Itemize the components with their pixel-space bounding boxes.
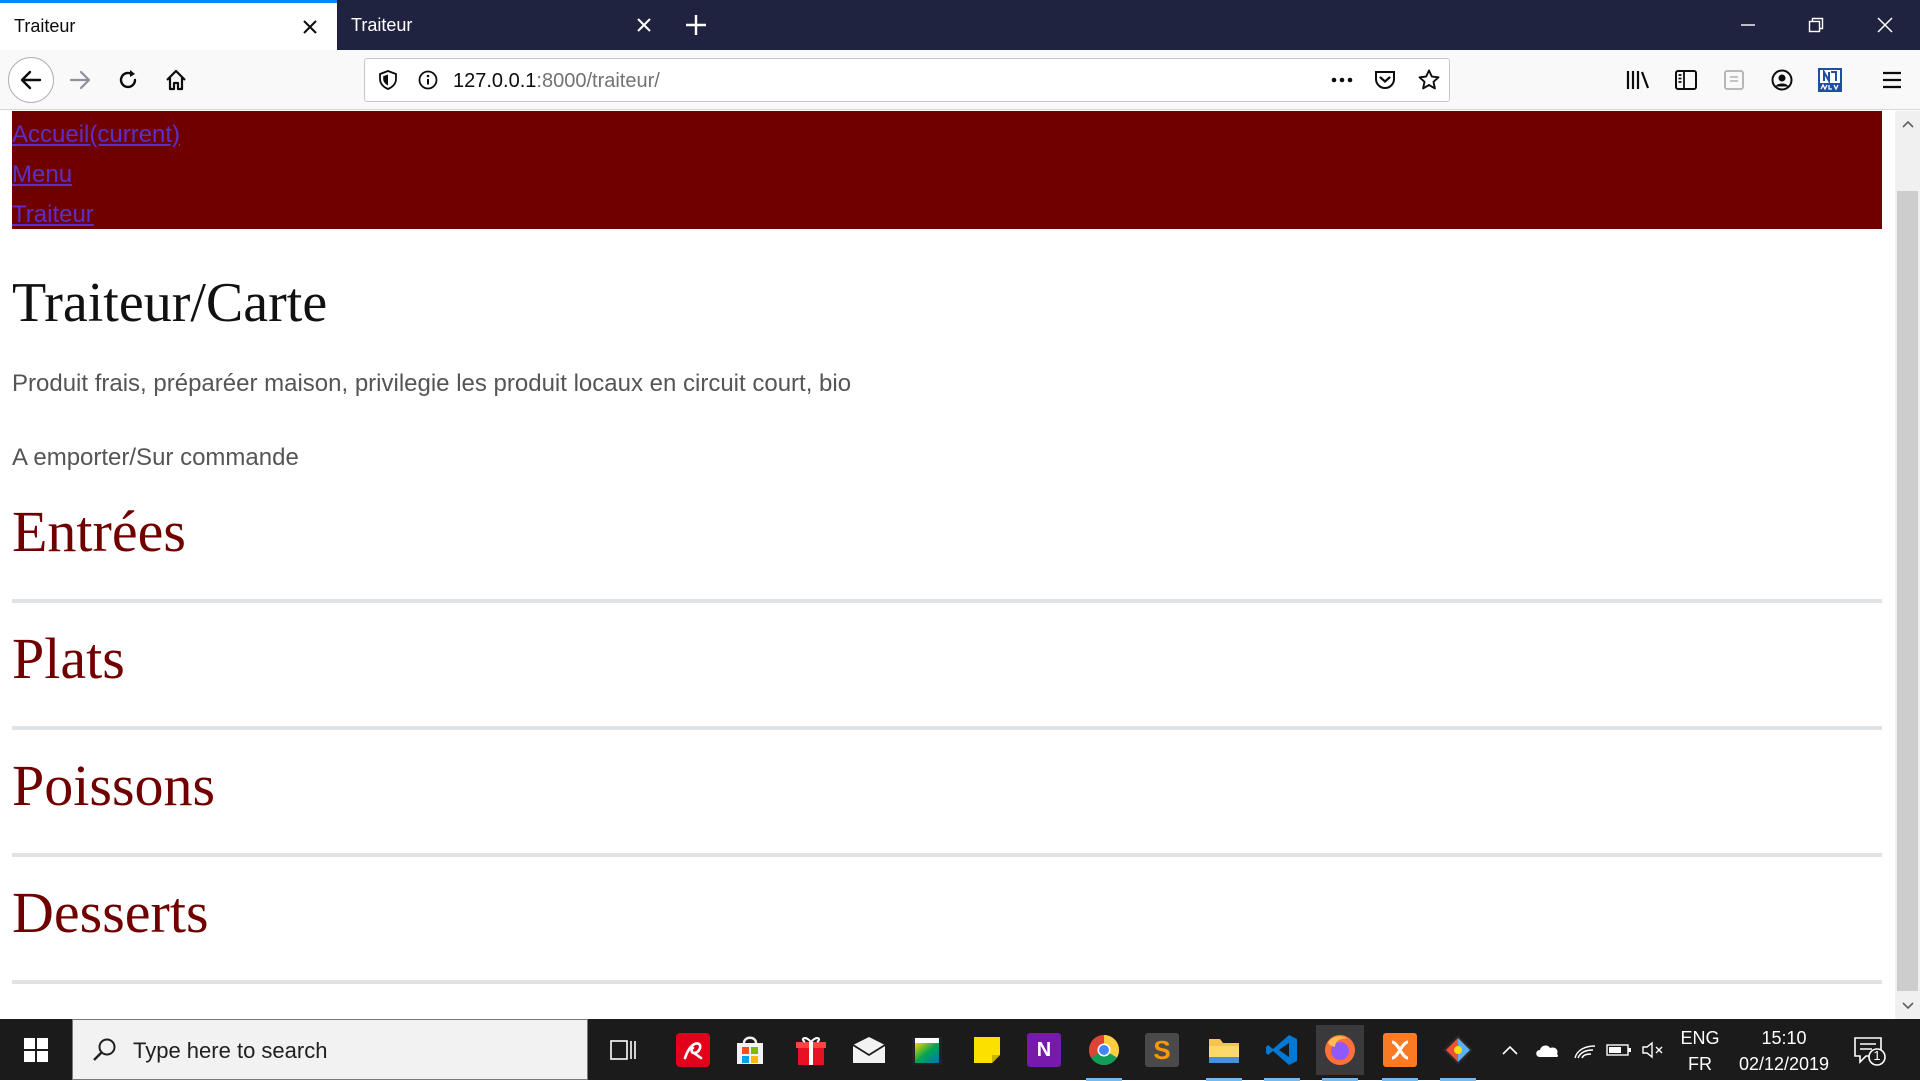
menu-icon[interactable] [1876,64,1908,96]
section-heading: Entrées [12,499,186,564]
firefox-icon[interactable] [1316,1025,1364,1081]
minimize-window-button[interactable] [1714,0,1782,50]
library-icon[interactable] [1622,64,1654,96]
nav-link-menu[interactable]: Menu [12,155,72,195]
browser-tab-strip: Traiteur Traiteur [0,0,1920,50]
onedrive-cloud-icon[interactable] [1530,1019,1564,1080]
url-bar[interactable]: 127.0.0.1:8000/traiteur/ [364,58,1450,102]
url-text[interactable]: 127.0.0.1:8000/traiteur/ [453,70,660,93]
git-client-icon[interactable] [1434,1025,1482,1081]
news-extension-icon[interactable] [1814,64,1846,96]
vscode-icon[interactable] [1258,1025,1306,1081]
input-language-indicator[interactable]: ENG FR [1672,1025,1728,1077]
mail-icon[interactable] [845,1025,893,1075]
browser-tab[interactable]: Traiteur [337,0,671,50]
start-button[interactable] [0,1019,72,1080]
language-code: ENG [1680,1028,1720,1048]
forward-button[interactable] [60,60,100,100]
volume-muted-icon[interactable] [1636,1019,1670,1080]
windows-taskbar: Type here to search N S ENG FR 15:10 02/… [0,1019,1920,1081]
microsoft-store-icon[interactable] [726,1025,774,1075]
clock-time: 15:10 [1761,1028,1807,1048]
tab-title: Traiteur [351,14,413,35]
extension-icon[interactable] [1718,64,1750,96]
sidebar-icon[interactable] [1670,64,1702,96]
url-path: :8000/traiteur/ [536,70,660,92]
back-button[interactable] [8,57,54,103]
section-poissons: Poissons [12,730,1882,857]
page-title: Traiteur/Carte [12,272,328,334]
close-tab-icon[interactable] [297,14,323,40]
onenote-icon[interactable]: N [1020,1025,1068,1075]
scroll-up-arrow-icon[interactable] [1895,111,1920,137]
nav-link-accueil[interactable]: Accueil(current) [12,115,180,155]
chrome-icon[interactable] [1080,1025,1128,1081]
browser-tab-active[interactable]: Traiteur [0,0,337,50]
close-tab-icon[interactable] [631,12,657,38]
page-viewport: Accueil(current) Menu Traiteur Traiteur/… [0,111,1895,1019]
pocket-icon[interactable] [1373,69,1397,96]
clock-date: 02/12/2019 [1738,1054,1830,1074]
search-placeholder: Type here to search [133,1038,328,1063]
scrollbar-thumb[interactable] [1897,191,1918,991]
site-navbar: Accueil(current) Menu Traiteur [12,111,1882,229]
show-hidden-icons-chevron-icon[interactable] [1496,1019,1524,1080]
new-tab-button[interactable] [680,9,712,41]
action-center-button[interactable]: 1 [1852,1033,1892,1069]
url-host: 127.0.0.1 [453,70,537,92]
account-icon[interactable] [1766,64,1798,96]
home-button[interactable] [156,60,196,100]
keyboard-layout: FR [1688,1054,1712,1074]
search-icon [91,1036,119,1069]
sublime-text-icon[interactable]: S [1138,1025,1186,1075]
gift-icon[interactable] [787,1025,835,1075]
restore-window-button[interactable] [1782,0,1850,50]
avira-icon[interactable] [669,1025,717,1075]
intro-text: Produit frais, préparéer maison, privile… [12,370,852,397]
file-explorer-icon[interactable] [1200,1025,1248,1081]
notification-count-badge: 1 [1873,1048,1881,1063]
scroll-down-arrow-icon[interactable] [1895,993,1920,1019]
close-window-button[interactable] [1851,0,1919,50]
section-heading: Plats [12,626,125,691]
tracking-protection-icon[interactable] [377,69,399,96]
section-heading: Poissons [12,753,216,818]
taskbar-clock[interactable]: 15:10 02/12/2019 [1728,1025,1840,1077]
xampp-icon[interactable] [1376,1025,1424,1081]
wifi-icon[interactable] [1568,1019,1602,1080]
taskbar-search-box[interactable]: Type here to search [72,1019,588,1080]
section-plats: Plats [12,603,1882,730]
section-heading: Desserts [12,880,209,945]
reload-button[interactable] [108,60,148,100]
vertical-scrollbar[interactable] [1895,111,1920,1019]
tab-title: Traiteur [14,16,76,36]
page-actions-icon[interactable] [1329,69,1355,96]
section-entrees: Entrées [12,476,1882,603]
sticky-notes-icon[interactable] [963,1025,1011,1075]
site-info-icon[interactable] [417,69,439,96]
nav-link-traiteur[interactable]: Traiteur [12,195,94,235]
task-view-icon[interactable] [600,1025,648,1075]
bookmark-star-icon[interactable] [1417,68,1441,97]
service-text: A emporter/Sur commande [12,444,299,471]
battery-icon[interactable] [1602,1019,1636,1080]
section-desserts: Desserts [12,857,1882,984]
studio-icon[interactable] [903,1025,951,1075]
